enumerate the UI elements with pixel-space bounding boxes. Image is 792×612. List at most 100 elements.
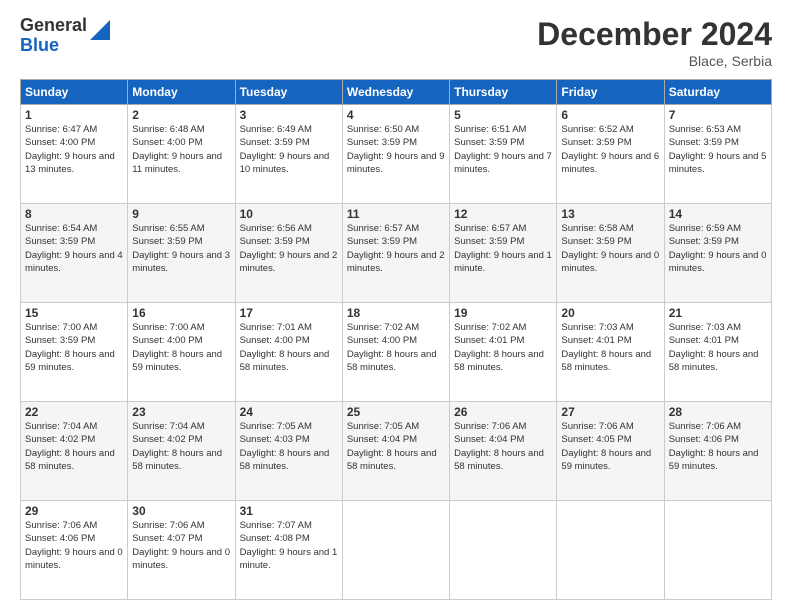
sunrise-label: Sunrise: 6:57 AM <box>347 223 419 234</box>
sunrise-label: Sunrise: 6:49 AM <box>240 124 312 135</box>
calendar-day-cell: 3 Sunrise: 6:49 AM Sunset: 3:59 PM Dayli… <box>235 105 342 204</box>
sunset-label: Sunset: 4:06 PM <box>669 434 739 445</box>
day-info: Sunrise: 7:07 AM Sunset: 4:08 PM Dayligh… <box>240 519 338 572</box>
day-info: Sunrise: 6:52 AM Sunset: 3:59 PM Dayligh… <box>561 123 659 176</box>
day-number: 15 <box>25 306 123 320</box>
calendar-day-cell: 7 Sunrise: 6:53 AM Sunset: 3:59 PM Dayli… <box>664 105 771 204</box>
calendar-day-cell: 6 Sunrise: 6:52 AM Sunset: 3:59 PM Dayli… <box>557 105 664 204</box>
day-info: Sunrise: 6:47 AM Sunset: 4:00 PM Dayligh… <box>25 123 123 176</box>
day-info: Sunrise: 7:06 AM Sunset: 4:04 PM Dayligh… <box>454 420 552 473</box>
day-number: 11 <box>347 207 445 221</box>
daylight-label: Daylight: 9 hours and 2 minutes. <box>347 250 445 274</box>
day-info: Sunrise: 7:05 AM Sunset: 4:04 PM Dayligh… <box>347 420 445 473</box>
header-friday: Friday <box>557 80 664 105</box>
sunset-label: Sunset: 4:03 PM <box>240 434 310 445</box>
header-monday: Monday <box>128 80 235 105</box>
calendar-day-cell: 21 Sunrise: 7:03 AM Sunset: 4:01 PM Dayl… <box>664 303 771 402</box>
daylight-label: Daylight: 9 hours and 0 minutes. <box>25 547 123 571</box>
sunrise-label: Sunrise: 7:04 AM <box>25 421 97 432</box>
day-info: Sunrise: 6:57 AM Sunset: 3:59 PM Dayligh… <box>454 222 552 275</box>
sunset-label: Sunset: 4:01 PM <box>669 335 739 346</box>
calendar-day-cell: 22 Sunrise: 7:04 AM Sunset: 4:02 PM Dayl… <box>21 402 128 501</box>
day-info: Sunrise: 7:02 AM Sunset: 4:00 PM Dayligh… <box>347 321 445 374</box>
sunset-label: Sunset: 3:59 PM <box>561 236 631 247</box>
sunrise-label: Sunrise: 6:55 AM <box>132 223 204 234</box>
day-info: Sunrise: 7:06 AM Sunset: 4:06 PM Dayligh… <box>25 519 123 572</box>
calendar-day-cell: 26 Sunrise: 7:06 AM Sunset: 4:04 PM Dayl… <box>450 402 557 501</box>
day-info: Sunrise: 7:05 AM Sunset: 4:03 PM Dayligh… <box>240 420 338 473</box>
calendar-empty-cell <box>557 501 664 600</box>
day-number: 24 <box>240 405 338 419</box>
header-wednesday: Wednesday <box>342 80 449 105</box>
daylight-label: Daylight: 9 hours and 9 minutes. <box>347 151 445 175</box>
sunset-label: Sunset: 3:59 PM <box>669 236 739 247</box>
sunrise-label: Sunrise: 6:56 AM <box>240 223 312 234</box>
calendar: Sunday Monday Tuesday Wednesday Thursday… <box>20 79 772 600</box>
sunset-label: Sunset: 3:59 PM <box>454 137 524 148</box>
calendar-day-cell: 14 Sunrise: 6:59 AM Sunset: 3:59 PM Dayl… <box>664 204 771 303</box>
sunrise-label: Sunrise: 7:06 AM <box>669 421 741 432</box>
day-info: Sunrise: 7:00 AM Sunset: 3:59 PM Dayligh… <box>25 321 123 374</box>
sunrise-label: Sunrise: 7:01 AM <box>240 322 312 333</box>
sunrise-label: Sunrise: 7:04 AM <box>132 421 204 432</box>
calendar-week-row: 1 Sunrise: 6:47 AM Sunset: 4:00 PM Dayli… <box>21 105 772 204</box>
calendar-day-cell: 30 Sunrise: 7:06 AM Sunset: 4:07 PM Dayl… <box>128 501 235 600</box>
calendar-empty-cell <box>342 501 449 600</box>
sunset-label: Sunset: 4:00 PM <box>347 335 417 346</box>
day-number: 3 <box>240 108 338 122</box>
daylight-label: Daylight: 8 hours and 58 minutes. <box>454 349 544 373</box>
sunrise-label: Sunrise: 7:07 AM <box>240 520 312 531</box>
calendar-day-cell: 17 Sunrise: 7:01 AM Sunset: 4:00 PM Dayl… <box>235 303 342 402</box>
day-info: Sunrise: 7:00 AM Sunset: 4:00 PM Dayligh… <box>132 321 230 374</box>
day-info: Sunrise: 6:56 AM Sunset: 3:59 PM Dayligh… <box>240 222 338 275</box>
day-number: 19 <box>454 306 552 320</box>
header-sunday: Sunday <box>21 80 128 105</box>
calendar-day-cell: 11 Sunrise: 6:57 AM Sunset: 3:59 PM Dayl… <box>342 204 449 303</box>
daylight-label: Daylight: 9 hours and 0 minutes. <box>561 250 659 274</box>
day-number: 8 <box>25 207 123 221</box>
calendar-week-row: 8 Sunrise: 6:54 AM Sunset: 3:59 PM Dayli… <box>21 204 772 303</box>
sunrise-label: Sunrise: 7:03 AM <box>669 322 741 333</box>
sunrise-label: Sunrise: 7:05 AM <box>240 421 312 432</box>
sunrise-label: Sunrise: 6:52 AM <box>561 124 633 135</box>
sunrise-label: Sunrise: 6:53 AM <box>669 124 741 135</box>
calendar-day-cell: 25 Sunrise: 7:05 AM Sunset: 4:04 PM Dayl… <box>342 402 449 501</box>
day-info: Sunrise: 7:03 AM Sunset: 4:01 PM Dayligh… <box>561 321 659 374</box>
sunrise-label: Sunrise: 7:06 AM <box>561 421 633 432</box>
daylight-label: Daylight: 9 hours and 13 minutes. <box>25 151 115 175</box>
calendar-day-cell: 5 Sunrise: 6:51 AM Sunset: 3:59 PM Dayli… <box>450 105 557 204</box>
calendar-day-cell: 1 Sunrise: 6:47 AM Sunset: 4:00 PM Dayli… <box>21 105 128 204</box>
day-number: 31 <box>240 504 338 518</box>
sunset-label: Sunset: 4:07 PM <box>132 533 202 544</box>
day-number: 13 <box>561 207 659 221</box>
daylight-label: Daylight: 8 hours and 58 minutes. <box>454 448 544 472</box>
calendar-day-cell: 10 Sunrise: 6:56 AM Sunset: 3:59 PM Dayl… <box>235 204 342 303</box>
sunrise-label: Sunrise: 7:06 AM <box>132 520 204 531</box>
daylight-label: Daylight: 9 hours and 1 minute. <box>240 547 338 571</box>
daylight-label: Daylight: 8 hours and 58 minutes. <box>561 349 651 373</box>
header: General Blue December 2024 Blace, Serbia <box>20 16 772 69</box>
sunset-label: Sunset: 4:00 PM <box>132 335 202 346</box>
daylight-label: Daylight: 9 hours and 0 minutes. <box>669 250 767 274</box>
sunset-label: Sunset: 3:59 PM <box>347 236 417 247</box>
title-block: December 2024 Blace, Serbia <box>537 16 772 69</box>
sunset-label: Sunset: 3:59 PM <box>454 236 524 247</box>
calendar-day-cell: 29 Sunrise: 7:06 AM Sunset: 4:06 PM Dayl… <box>21 501 128 600</box>
day-number: 28 <box>669 405 767 419</box>
calendar-day-cell: 8 Sunrise: 6:54 AM Sunset: 3:59 PM Dayli… <box>21 204 128 303</box>
calendar-day-cell: 13 Sunrise: 6:58 AM Sunset: 3:59 PM Dayl… <box>557 204 664 303</box>
sunset-label: Sunset: 3:59 PM <box>240 137 310 148</box>
sunrise-label: Sunrise: 7:00 AM <box>132 322 204 333</box>
calendar-week-row: 15 Sunrise: 7:00 AM Sunset: 3:59 PM Dayl… <box>21 303 772 402</box>
day-info: Sunrise: 6:58 AM Sunset: 3:59 PM Dayligh… <box>561 222 659 275</box>
calendar-day-cell: 31 Sunrise: 7:07 AM Sunset: 4:08 PM Dayl… <box>235 501 342 600</box>
header-tuesday: Tuesday <box>235 80 342 105</box>
day-number: 18 <box>347 306 445 320</box>
daylight-label: Daylight: 8 hours and 58 minutes. <box>240 349 330 373</box>
sunset-label: Sunset: 4:06 PM <box>25 533 95 544</box>
sunrise-label: Sunrise: 7:05 AM <box>347 421 419 432</box>
sunset-label: Sunset: 3:59 PM <box>132 236 202 247</box>
day-info: Sunrise: 7:01 AM Sunset: 4:00 PM Dayligh… <box>240 321 338 374</box>
sunrise-label: Sunrise: 7:00 AM <box>25 322 97 333</box>
location: Blace, Serbia <box>537 53 772 69</box>
